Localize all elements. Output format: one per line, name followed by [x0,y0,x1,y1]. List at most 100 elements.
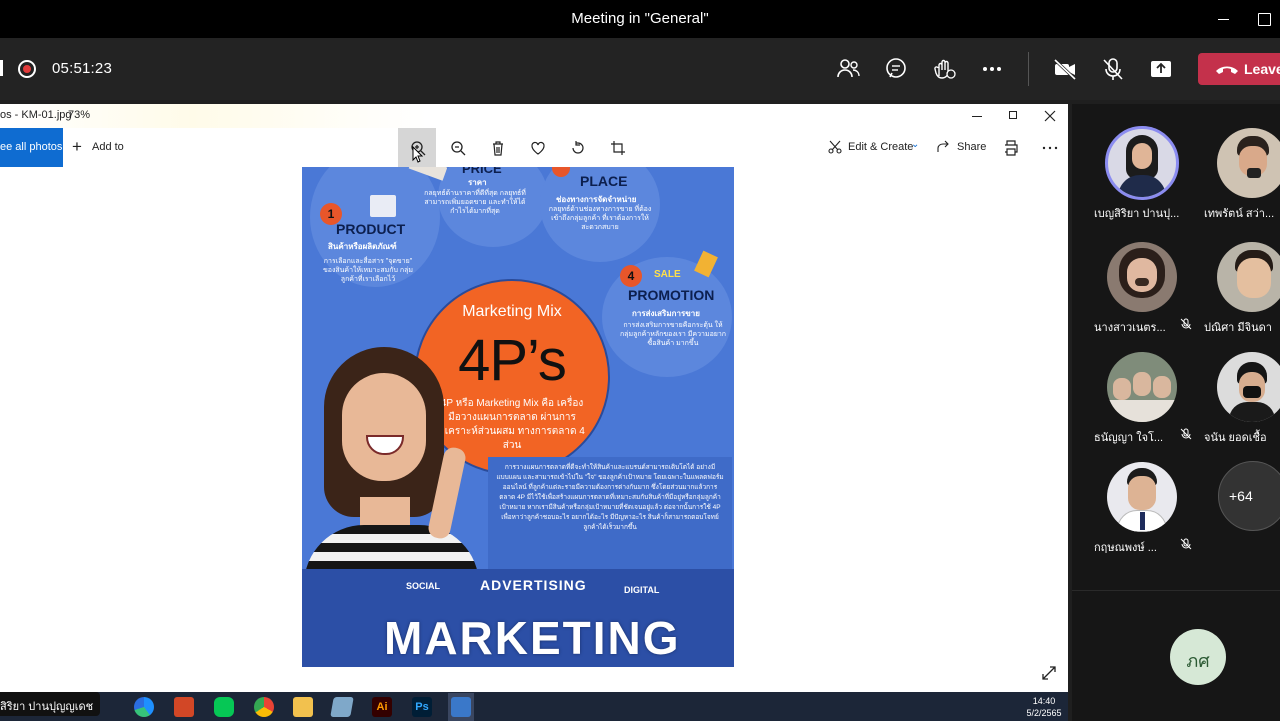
participant-tile[interactable]: ธนัญญา ใจโ... [1072,348,1192,460]
rotate-icon [572,141,584,154]
photos-toolbar: ee all photos + Add to Edit & Create ⌄ S… [0,128,1068,168]
file-explorer-icon[interactable] [293,697,313,717]
leave-button[interactable]: Leave [1198,53,1280,85]
photos-file-title: os - KM-01.jpg [0,109,72,121]
avatar [1105,126,1179,200]
share-label: Share [957,141,987,153]
marketing-mix-title: Marketing Mix [462,303,562,320]
promotion-body: การส่งเสริมการขายคือกระตุ้น ให้กลุ่มลูกค… [619,322,727,347]
illustrator-icon[interactable]: Ai [372,697,392,717]
advertising-label: ADVERTISING [480,577,587,593]
product-heading: PRODUCT [336,221,406,237]
marketing-word: MARKETING [384,612,681,664]
ellipsis-icon [1042,146,1058,150]
more-participants-count: +64 [1229,488,1253,504]
see-all-photos-button[interactable]: ee all photos [0,128,63,167]
print-button[interactable] [1001,138,1021,158]
participant-name: จนัน ยอดเชื้อ [1204,432,1267,444]
photos-close-button[interactable] [1039,106,1061,126]
social-label: SOCIAL [406,581,441,591]
participant-tile[interactable]: จนัน ยอดเชื้อ [1182,348,1280,460]
poster-text-panel: การวางแผนการตลาดที่ดีจะทำให้สินค้าและแบร… [488,457,732,569]
participant-tile[interactable]: กฤษณพงษ์ ... [1072,458,1192,570]
more-participants-button[interactable]: +64 [1218,461,1280,531]
panel-divider [1072,590,1280,591]
raise-hand-icon [934,59,956,79]
fullscreen-button[interactable] [1040,664,1058,682]
rotate-button[interactable] [558,128,596,167]
phone-hangup-icon [1216,66,1238,74]
photoshop-icon[interactable]: Ps [412,697,432,717]
taskbar-date: 5/2/2565 [1026,708,1062,718]
edge-icon[interactable] [134,697,154,717]
avatar [1107,352,1177,422]
photos-minimize-button[interactable] [966,106,988,126]
see-all-photos-label: ee all photos [0,141,63,153]
heart-icon [531,141,545,155]
promotion-badge: 4 [620,265,642,287]
toolbar-edge-icon [0,60,3,76]
meeting-timer: 05:51:23 [52,60,112,77]
delete-button[interactable] [478,128,516,167]
participant-name: เบญสิริยา ปานปุ... [1094,208,1180,220]
line-icon[interactable] [214,697,234,717]
window-title-bar: Meeting in "General" [0,0,1280,38]
expand-icon [1042,666,1056,680]
crop-button[interactable] [598,128,636,167]
promotion-thai: การส่งเสริมการขาย [632,309,700,318]
crop-icon [611,141,625,155]
avatar [1107,242,1177,312]
price-thai: ราคา [468,178,487,187]
reactions-button[interactable] [929,54,959,84]
presenter-name: สิริยา ปานปุญญเดช [0,701,94,713]
toolbar-divider [1028,52,1029,86]
mic-off-icon [1103,58,1123,80]
ellipsis-icon [983,67,1001,71]
maximize-button[interactable] [1252,8,1276,30]
participant-tile[interactable]: ปณิศา มีจินดา [1182,238,1280,350]
avatar [1217,242,1280,312]
zoom-out-button[interactable] [438,128,476,167]
place-heading: PLACE [580,173,628,189]
minimize-button[interactable] [1212,8,1236,30]
photos-restore-button[interactable] [1002,106,1024,126]
promotion-heading: PROMOTION [628,287,715,303]
chrome-icon[interactable] [254,697,274,717]
photos-zoom-level: 73% [68,109,91,121]
plus-icon: + [72,137,82,156]
participant-name: เทพรัตน์ สว่า... [1204,208,1275,220]
camera-toggle-button[interactable] [1050,54,1080,84]
product-thai: สินค้าหรือผลิตภัณฑ์ [328,242,397,251]
gift-box-graphic [370,195,396,217]
promotion-sale-label: SALE [654,269,681,280]
participant-tile[interactable]: เบญสิริยา ปานปุ... [1072,124,1182,236]
window-title: Meeting in "General" [571,10,709,27]
people-button[interactable] [833,54,863,84]
trash-icon [493,141,503,156]
favorite-button[interactable] [518,128,556,167]
presenter-name-tag: สิริยา ปานปุญญเดช [0,692,100,716]
participant-tile[interactable]: เทพรัตน์ สว่า... [1182,124,1280,236]
participant-tile[interactable]: นางสาวเนตร... [1072,238,1192,350]
mic-toggle-button[interactable] [1098,54,1128,84]
mouse-cursor-icon [412,146,424,163]
local-user-avatar[interactable]: ภศ [1170,629,1226,685]
photos-app-icon[interactable] [451,697,471,717]
scissors-icon [828,140,842,154]
local-user-initials: ภศ [1186,651,1210,671]
add-to-label: Add to [92,141,124,153]
photos-more-button[interactable] [1040,138,1060,158]
participant-name: กฤษณพงษ์ ... [1094,542,1157,554]
taskbar-time: 14:40 [1032,696,1056,706]
chat-icon [886,58,906,78]
chat-button[interactable] [881,54,911,84]
more-actions-button[interactable] [977,54,1007,84]
powerpoint-icon[interactable] [174,697,194,717]
poster-paragraph: การวางแผนการตลาดที่ดีจะทำให้สินค้าและแบร… [496,464,724,531]
print-icon [1005,140,1018,156]
share-screen-button[interactable] [1146,54,1176,84]
shared-screen-photos-app: os - KM-01.jpg 73% ee all photos + Add t… [0,104,1068,692]
marketing-mix-poster: PRICE ราคา กลยุทธ์ด้านราคาที่ดีที่สุด กล… [302,167,734,667]
edit-create-label: Edit & Create [848,141,914,153]
notepad-icon[interactable] [330,697,354,717]
